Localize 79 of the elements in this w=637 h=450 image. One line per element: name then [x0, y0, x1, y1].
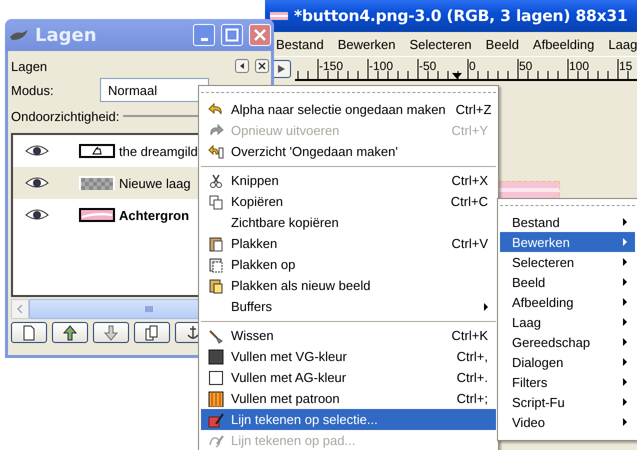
menu-item[interactable]: Dialogen: [500, 352, 635, 372]
pen-icon: [206, 412, 226, 428]
mode-label: Modus:: [11, 82, 55, 98]
empty-square-icon: [206, 370, 226, 386]
panel-title: Lagen: [11, 58, 48, 74]
pattern-icon: [206, 390, 226, 406]
menu-item[interactable]: Wissen Ctrl+K: [201, 325, 496, 346]
layer-thumbnail: [79, 144, 115, 158]
menu-item[interactable]: Filters: [500, 372, 635, 392]
menu-item[interactable]: Vullen met VG-kleur Ctrl+,: [201, 346, 496, 367]
pages-icon: [144, 324, 160, 340]
new-layer-button[interactable]: [11, 322, 47, 343]
anchor-icon: [185, 324, 201, 340]
menu-item[interactable]: Gereedschap: [500, 332, 635, 352]
arrow-up-icon: [62, 324, 78, 340]
menu-item[interactable]: Overzicht 'Ongedaan maken': [201, 141, 496, 162]
ruler-label: 0: [469, 59, 476, 73]
menu-item[interactable]: Zichtbare kopiëren: [201, 212, 496, 233]
tab-menu-button[interactable]: [235, 59, 249, 73]
grip-icon: [145, 306, 153, 312]
eye-icon[interactable]: [25, 176, 49, 190]
menu-item[interactable]: Beeld: [478, 36, 526, 52]
close-icon: [258, 62, 266, 70]
duplicate-layer-button[interactable]: [134, 322, 170, 343]
mode-dropdown[interactable]: Normaal: [100, 78, 209, 102]
menu-item[interactable]: Selecteren: [402, 36, 479, 52]
ruler-label: 15: [619, 59, 632, 73]
menu-item[interactable]: Afbeelding: [526, 36, 602, 52]
dark-square-icon: [206, 348, 226, 364]
menu-item[interactable]: Plakken als nieuw beeld: [201, 275, 496, 296]
close-panel-button[interactable]: [255, 59, 269, 73]
close-button[interactable]: [249, 24, 271, 46]
menu-item[interactable]: Bewerken: [500, 232, 635, 252]
menu-item[interactable]: Lijn tekenen op selectie...: [201, 409, 496, 430]
layer-name: the dreamgild: [119, 144, 198, 158]
layer-thumbnail: [79, 208, 115, 222]
menu-item[interactable]: Beeld: [500, 272, 635, 292]
menu-item[interactable]: Laag: [500, 312, 635, 332]
page-icon: [21, 324, 37, 340]
arrow-down-icon: [103, 324, 119, 340]
undo-list-icon: [206, 144, 226, 160]
ruler-label: -50: [419, 59, 436, 73]
menu-item[interactable]: Buffers: [201, 296, 496, 317]
ruler-label: 100: [569, 59, 590, 73]
lower-layer-button[interactable]: [93, 322, 129, 343]
menu-item[interactable]: Script-Fu: [500, 392, 635, 412]
arrow-left-icon: [17, 305, 23, 313]
maximize-button[interactable]: [221, 24, 243, 46]
app-icon: [9, 29, 29, 41]
maximize-icon: [225, 28, 239, 42]
window-title: *button4.png-3.0 (RGB, 3 lagen) 88x31: [294, 7, 628, 25]
ruler-label: 50: [519, 59, 532, 73]
ruler-label: -150: [319, 59, 344, 73]
layer-thumbnail: [79, 176, 115, 190]
close-icon: [253, 28, 267, 42]
menu-item[interactable]: Laag: [601, 36, 637, 52]
window-title: Lagen: [35, 24, 98, 46]
ruler-label: -100: [369, 59, 394, 73]
menu-item[interactable]: Vullen met patroon Ctrl+;: [201, 388, 496, 409]
eye-icon[interactable]: [25, 144, 49, 158]
opacity-label: Ondoorzichtigheid:: [11, 108, 120, 124]
play-icon: [276, 64, 286, 74]
menu-item[interactable]: Bewerken: [330, 36, 403, 52]
menu-item[interactable]: Video: [500, 412, 635, 432]
menu-item[interactable]: Plakken Ctrl+V: [201, 233, 496, 254]
menu-item[interactable]: Alpha naar selectie ongedaan maken Ctrl+Z: [201, 99, 496, 120]
minimize-button[interactable]: [193, 24, 215, 46]
layer-name: Achtergron: [119, 208, 190, 222]
eye-icon[interactable]: [25, 208, 49, 222]
menu-item[interactable]: Bestand: [500, 212, 635, 232]
arrow-left-icon: [238, 62, 246, 70]
menu-item[interactable]: Afbeelding: [500, 292, 635, 312]
layer-name: Nieuwe laag: [119, 176, 191, 190]
raise-layer-button[interactable]: [52, 322, 88, 343]
menu-item[interactable]: Plakken op: [201, 254, 496, 275]
image-thumbnail-icon: [270, 12, 288, 20]
minimize-icon: [200, 38, 208, 41]
menu-item[interactable]: Vullen met AG-kleur Ctrl+.: [201, 367, 496, 388]
menu-item[interactable]: Selecteren: [500, 252, 635, 272]
